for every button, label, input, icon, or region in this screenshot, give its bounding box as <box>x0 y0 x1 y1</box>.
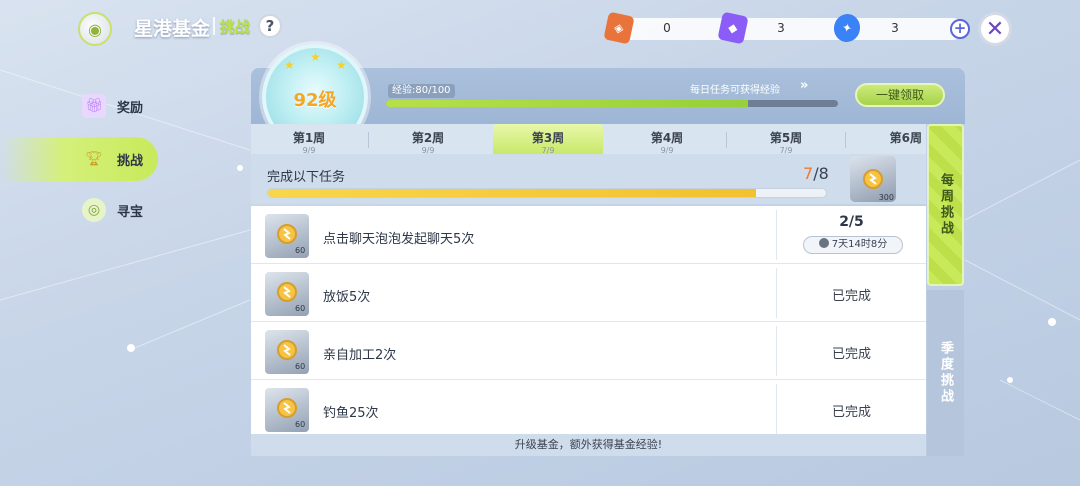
tab-divider <box>368 132 369 148</box>
fund-logo-icon: ◉ <box>78 12 112 46</box>
list-item: 60 钓鱼25次 已完成 <box>251 380 926 434</box>
goal-reward-item[interactable]: 300 <box>850 156 896 202</box>
task-reward-amount: 60 <box>295 304 306 313</box>
nav-item-challenge[interactable]: 🏆︎ 挑战 <box>0 137 158 181</box>
daily-exp-hint: 每日任务可获得经验 <box>690 85 780 96</box>
top-header: ◉ 星港基金 挑战 ? ◈ 0 + ◆ 3 + ✦ 3 + ✕ <box>0 0 1080 56</box>
nav-item-treasure[interactable]: ◎ 寻宝 <box>0 188 158 232</box>
gift-icon: 🎁︎ <box>82 94 106 118</box>
page-subtitle: 挑战 <box>220 18 251 36</box>
tab-label: 第1周 <box>292 131 326 145</box>
tab-week-5[interactable]: 第5周 7/9 <box>731 124 841 155</box>
goal-current: 7 <box>803 164 814 183</box>
exp-progress-bar <box>386 100 838 107</box>
tab-season-challenge[interactable]: 季度挑战 <box>927 290 964 456</box>
tab-week-1[interactable]: 第1周 9/9 <box>254 124 364 155</box>
star-icon: ★ <box>336 58 347 72</box>
task-progress: 2/5 <box>839 214 864 230</box>
task-name: 点击聊天泡泡发起聊天5次 <box>323 232 475 247</box>
exp-label: 经验:80/100 <box>388 84 455 98</box>
goal-title: 完成以下任务 <box>267 170 346 185</box>
level-value: 92级 <box>293 90 337 111</box>
tab-label: 第5周 <box>769 131 803 145</box>
trophy-icon: 🏆︎ <box>85 151 103 167</box>
goal-progress-bar <box>267 188 827 198</box>
exp-progress-fill <box>386 100 748 107</box>
coin-icon <box>863 169 883 189</box>
add-crystal-button[interactable]: + <box>950 19 970 39</box>
close-button[interactable]: ✕ <box>978 12 1012 46</box>
nav-item-label: 寻宝 <box>117 204 144 220</box>
task-timer: 7天14时8分 <box>803 236 903 254</box>
task-status: 已完成 <box>831 347 871 362</box>
tab-week-2[interactable]: 第2周 9/9 <box>373 124 483 155</box>
task-list[interactable]: 60 点击聊天泡泡发起聊天5次 2/5 7天14时8分 60 放饭5次 已完成 … <box>251 206 926 434</box>
task-reward-amount: 60 <box>295 246 306 255</box>
claim-all-button[interactable]: 一键领取 <box>855 83 945 107</box>
task-name: 钓鱼25次 <box>323 406 379 421</box>
list-item: 60 亲自加工2次 已完成 <box>251 322 926 380</box>
tab-week-6[interactable]: 第6周 <box>851 124 926 154</box>
tab-week-3[interactable]: 第3周 7/9 <box>493 124 603 155</box>
clock-icon <box>818 238 829 248</box>
week-tabs: 第1周 9/9 第2周 9/9 第3周 7/9 第4周 9/9 第5周 7/9 … <box>251 124 926 155</box>
help-button[interactable]: ? <box>258 14 282 38</box>
star-icon: ★ <box>284 58 295 72</box>
tab-week-4[interactable]: 第4周 9/9 <box>612 124 722 155</box>
double-chevron-right-icon: » <box>800 78 809 93</box>
tab-weekly-challenge[interactable]: 每周挑战 <box>927 124 964 286</box>
goal-progress-fill <box>268 189 757 197</box>
coins-icon: ◎ <box>82 198 106 222</box>
currency-crystal: ✦ 3 + <box>831 11 970 45</box>
task-status: 已完成 <box>831 289 871 304</box>
nav-item-rewards[interactable]: 🎁︎ 奖励 <box>0 84 158 128</box>
task-name: 亲自加工2次 <box>323 348 397 363</box>
tab-label: 第6周 <box>889 131 922 145</box>
tab-label: 第2周 <box>411 131 445 145</box>
goal-total: /8 <box>813 164 829 183</box>
task-time-remaining: 7天14时8分 <box>831 239 888 250</box>
reward-amount: 300 <box>878 193 894 202</box>
list-item: 60 点击聊天泡泡发起聊天5次 2/5 7天14时8分 <box>251 206 926 264</box>
upgrade-hint: 升级基金，额外获得基金经验! <box>251 434 926 456</box>
tab-divider <box>845 132 846 148</box>
goal-count: 7/8 <box>803 164 829 183</box>
task-name: 放饭5次 <box>323 290 371 305</box>
currency-card-value: 0 <box>663 21 671 35</box>
list-item: 60 放饭5次 已完成 <box>251 264 926 322</box>
nav-item-label: 奖励 <box>117 100 144 116</box>
tab-label: 第4周 <box>650 131 684 145</box>
weekly-goal: 完成以下任务 7/8 300 <box>251 154 926 204</box>
task-reward-amount: 60 <box>295 420 306 429</box>
currency-ticket-value: 3 <box>777 21 785 35</box>
task-reward-amount: 60 <box>295 362 306 371</box>
currency-ticket: ◆ 3 + <box>717 11 856 45</box>
tab-label: 第3周 <box>531 131 565 145</box>
task-status: 已完成 <box>831 405 871 420</box>
title-divider <box>213 17 215 35</box>
currency-crystal-value: 3 <box>891 21 899 35</box>
page-title: 星港基金 <box>134 18 211 40</box>
star-icon: ★ <box>310 50 321 64</box>
nav-item-label: 挑战 <box>117 153 144 169</box>
tab-divider <box>726 132 727 148</box>
